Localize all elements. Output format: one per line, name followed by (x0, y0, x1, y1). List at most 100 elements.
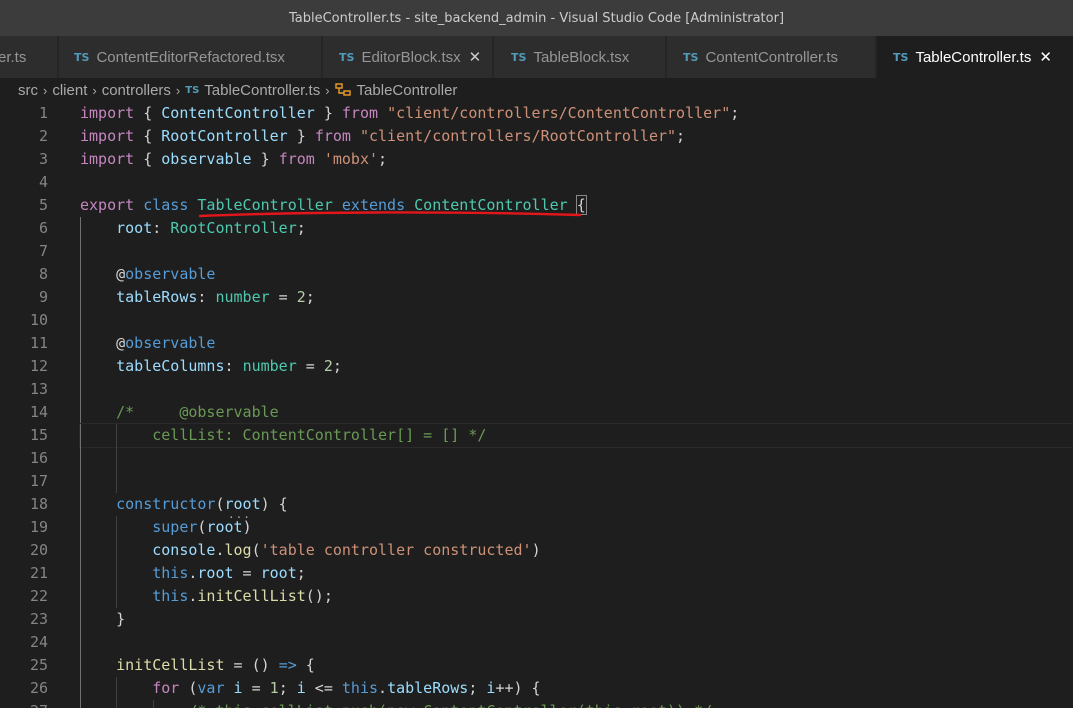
code-token: root (260, 564, 297, 582)
typescript-file-icon: TS (185, 84, 200, 96)
code-text: this.initCellList(); (80, 585, 333, 608)
code-content[interactable]: import { ContentController } from "clien… (80, 102, 1073, 125)
code-content[interactable] (80, 447, 1073, 470)
code-line[interactable]: 1 import { ContentController } from "clie… (0, 102, 1073, 125)
breadcrumb-file[interactable]: TableController.ts (204, 82, 320, 99)
code-token: 2 (296, 288, 306, 306)
code-line[interactable]: 14 /* @observable (0, 401, 1073, 424)
code-token: . (378, 679, 388, 697)
code-content[interactable]: import { RootController } from "client/c… (80, 125, 1073, 148)
line-number: 11 (29, 334, 48, 352)
tab-table-controller[interactable]: TS TableController.ts ✕ (877, 36, 1073, 78)
code-content[interactable]: initCellList = () => { (80, 654, 1073, 677)
code-line[interactable]: 10 (0, 309, 1073, 332)
typescript-file-icon: TS (339, 50, 355, 64)
code-content[interactable]: import { observable } from 'mobx'; (80, 148, 1073, 171)
tab-partial-file[interactable]: er.ts (0, 36, 58, 78)
code-line[interactable]: 25 initCellList = () => { (0, 654, 1073, 677)
chevron-right-icon: › (175, 82, 181, 98)
code-line[interactable]: 11 @observable (0, 332, 1073, 355)
code-content[interactable] (80, 171, 1073, 194)
code-line[interactable]: 7 (0, 240, 1073, 263)
code-line[interactable]: 22 this.initCellList(); (0, 585, 1073, 608)
code-content[interactable]: @observable (80, 332, 1073, 355)
code-line[interactable]: 26 for (var i = 1; i <= this.tableRows; … (0, 677, 1073, 700)
code-line[interactable]: 21 this.root = root; (0, 562, 1073, 585)
code-content[interactable]: @observable (80, 263, 1073, 286)
code-content[interactable]: } (80, 608, 1073, 631)
code-line[interactable]: 3 import { observable } from 'mobx'; (0, 148, 1073, 171)
code-token: observable (125, 334, 216, 352)
code-content[interactable]: /* @observable (80, 401, 1073, 424)
code-text: import { RootController } from "client/c… (80, 125, 685, 148)
breadcrumb-symbol[interactable]: TableController (357, 82, 458, 99)
close-icon[interactable]: ✕ (469, 48, 482, 66)
code-content[interactable]: tableColumns: number = 2; (80, 355, 1073, 378)
code-content[interactable]: this.initCellList(); (80, 585, 1073, 608)
code-line[interactable]: 15 cellList: ContentController[] = [] */ (0, 423, 1073, 448)
code-content[interactable]: for (var i = 1; i <= this.tableRows; i++… (80, 677, 1073, 700)
code-text: import { ContentController } from "clien… (80, 102, 739, 125)
tab-content-controller[interactable]: TS ContentController.ts (667, 36, 876, 78)
line-number: 18 (29, 495, 48, 513)
code-token: this (152, 587, 189, 605)
code-content[interactable] (80, 240, 1073, 263)
code-content[interactable]: /* this.cellList.push(new ContentControl… (80, 700, 1073, 708)
code-content[interactable] (80, 378, 1073, 401)
code-line[interactable]: 18 constructor(root) { (0, 493, 1073, 516)
breadcrumb-client[interactable]: client (52, 82, 87, 99)
line-number: 12 (29, 357, 48, 375)
breadcrumb-src[interactable]: src (18, 82, 38, 99)
code-line[interactable]: 4 (0, 171, 1073, 194)
code-line[interactable]: 20 console.log('table controller constru… (0, 539, 1073, 562)
line-number: 5 (38, 196, 48, 214)
code-line[interactable]: 17 (0, 470, 1073, 493)
code-line[interactable]: 23 } (0, 608, 1073, 631)
code-line[interactable]: 9 tableRows: number = 2; (0, 286, 1073, 309)
code-token: export (80, 196, 135, 214)
code-content[interactable] (80, 470, 1073, 493)
code-token: } (80, 610, 126, 628)
code-token: tableRows (116, 288, 198, 306)
code-token: import (80, 127, 135, 145)
code-line[interactable]: 13 (0, 378, 1073, 401)
code-content[interactable]: this.root = root; (80, 562, 1073, 585)
code-line[interactable]: 8 @observable (0, 263, 1073, 286)
code-line[interactable]: 2 import { RootController } from "client/… (0, 125, 1073, 148)
line-number: 6 (38, 219, 48, 237)
code-content[interactable]: console.log('table controller constructe… (80, 539, 1073, 562)
code-token: for (152, 679, 180, 697)
vscode-window: TableController.ts - site_backend_admin … (0, 0, 1073, 708)
code-token: => (278, 656, 297, 674)
code-content[interactable]: cellList: ContentController[] = [] */ (79, 423, 1073, 448)
line-number: 25 (29, 656, 48, 674)
code-token: 1 (269, 679, 279, 697)
tab-editor-block[interactable]: TS EditorBlock.tsx ✕ (323, 36, 493, 78)
code-line[interactable]: 16 (0, 447, 1073, 470)
code-line[interactable]: 12 tableColumns: number = 2; (0, 355, 1073, 378)
line-number: 2 (38, 127, 48, 145)
code-text: /* @observable (80, 401, 279, 424)
code-text: @observable (80, 332, 215, 355)
code-line[interactable]: 19 super(root) (0, 516, 1073, 539)
tab-table-block[interactable]: TS TableBlock.tsx (494, 36, 666, 78)
code-token: ; (378, 150, 388, 168)
code-content[interactable]: tableRows: number = 2; (80, 286, 1073, 309)
code-text: console.log('table controller constructe… (80, 539, 540, 562)
code-content[interactable] (80, 631, 1073, 654)
code-editor[interactable]: 1 import { ContentController } from "clie… (0, 102, 1073, 708)
code-token: ; (296, 564, 306, 582)
close-icon[interactable]: ✕ (1039, 48, 1052, 66)
breadcrumb-controllers[interactable]: controllers (102, 82, 171, 99)
code-token: cellList: ContentController[] = [] */ (80, 426, 487, 444)
code-line[interactable]: 27 /* this.cellList.push(new ContentCont… (0, 700, 1073, 708)
code-token: ContentController (161, 104, 315, 122)
code-line[interactable]: 24 (0, 631, 1073, 654)
code-text: initCellList = () => { (80, 654, 315, 677)
tab-content-editor-refactored[interactable]: TS ContentEditorRefactored.tsx (59, 36, 322, 78)
code-content[interactable] (80, 309, 1073, 332)
typescript-file-icon: TS (511, 50, 527, 64)
